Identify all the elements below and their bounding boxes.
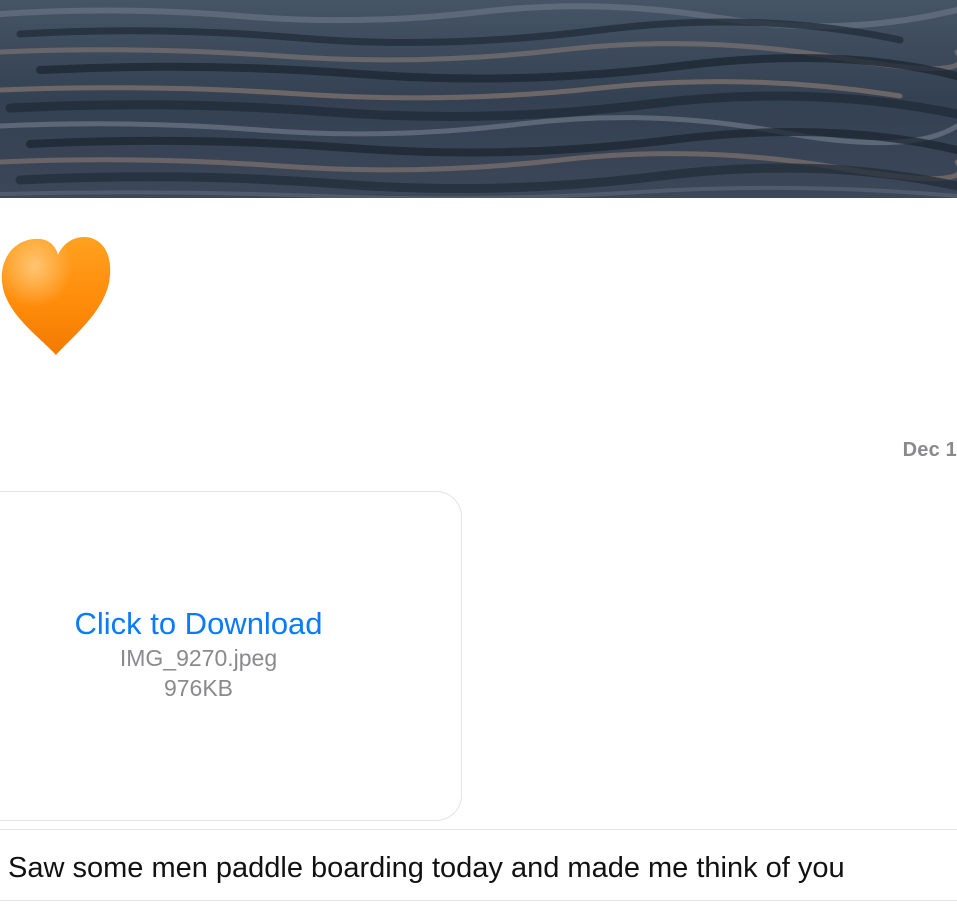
attachment-file-name: IMG_9270.jpeg: [119, 645, 278, 671]
message-timestamp: Dec 1: [902, 439, 957, 461]
attachment-file-size: 976KB: [163, 675, 234, 701]
photo-attachment[interactable]: [0, 0, 957, 198]
attachment-info: Click to Download IMG_9270.jpeg 976KB: [1, 492, 396, 820]
message-text: Saw some men paddle boarding today and m…: [8, 852, 845, 884]
download-link[interactable]: Click to Download: [74, 605, 322, 643]
message-bubble[interactable]: Saw some men paddle boarding today and m…: [0, 829, 957, 901]
conversation-view: Dec 1 Click to Download IMG_9270.jpeg 97…: [0, 0, 957, 923]
orange-heart-icon: [0, 233, 112, 359]
ocean-water-photo: [0, 0, 957, 198]
file-attachment-bubble[interactable]: Click to Download IMG_9270.jpeg 976KB: [0, 491, 462, 821]
